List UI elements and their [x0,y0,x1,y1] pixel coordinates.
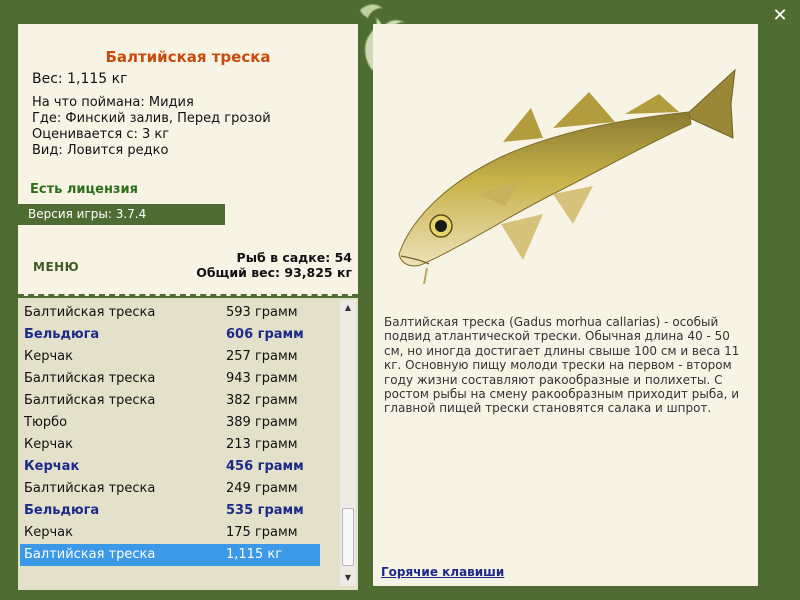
catch-list-row[interactable]: Бельдюга 535 грамм [20,500,320,522]
license-status: Есть лицензия [30,182,138,197]
catch-fish-weight: 593 грамм [226,305,298,320]
catch-fish-name: Балтийская треска [24,481,156,496]
catch-list-row[interactable]: Балтийская треска 382 грамм [20,390,320,412]
catch-fish-name: Тюрбо [24,415,68,430]
fish-location: Где: Финский залив, Перед грозой [32,111,271,126]
catch-list-row[interactable]: Керчак 213 грамм [20,434,320,456]
keepnet-count: Рыб в садке: 54 [236,250,352,265]
catch-fish-name: Бельдюга [24,327,100,342]
dashed-divider [18,294,358,296]
fish-rated-from: Оценивается с: 3 кг [32,127,170,142]
catch-list-row[interactable]: Балтийская треска 593 грамм [20,302,320,324]
catch-list-row[interactable]: Балтийская треска 1,115 кг [20,544,320,566]
window-frame: ✕ Балтийская треска Вес: 1,115 кг На что… [0,0,800,600]
catch-fish-weight: 213 грамм [226,437,298,452]
scroll-up-icon[interactable]: ▲ [340,300,356,316]
fish-description: Балтийская треска (Gadus morhua callaria… [384,315,740,416]
close-button[interactable]: ✕ [770,6,790,26]
catch-fish-name: Керчак [24,459,80,474]
scrollbar[interactable]: ▲ ▼ [340,300,356,586]
fish-image [398,68,736,284]
catch-fish-name: Керчак [24,349,73,364]
catch-list-row[interactable]: Балтийская треска 943 грамм [20,368,320,390]
catch-list-row[interactable]: Бельдюга 606 грамм [20,324,320,346]
game-version: Версия игры: 3.7.4 [18,204,225,225]
scroll-down-icon[interactable]: ▼ [340,570,356,586]
catch-fish-weight: 249 грамм [226,481,298,496]
catch-list: Балтийская треска 593 грамм Бельдюга 606 гр… [18,302,340,566]
hotkeys-link[interactable]: Горячие клавиши [381,565,504,579]
catch-fish-name: Балтийская треска [24,547,156,562]
catch-fish-weight: 175 грамм [226,525,298,540]
catch-list-row[interactable]: Керчак 175 грамм [20,522,320,544]
catch-fish-name: Керчак [24,437,73,452]
catch-fish-name: Бельдюга [24,503,100,518]
catch-fish-weight: 943 грамм [226,371,298,386]
fish-detail-panel: Балтийская треска (Gadus morhua callaria… [373,24,758,586]
keepnet-summary: Рыб в садке: 54 Общий вес: 93,825 кг [196,250,352,280]
scroll-thumb[interactable] [342,508,354,566]
menu-button[interactable]: МЕНЮ [33,260,79,274]
catch-fish-name: Балтийская треска [24,371,156,386]
fish-title: Балтийская треска [105,48,271,66]
catch-fish-weight: 535 грамм [226,503,304,518]
catch-fish-weight: 1,115 кг [226,547,283,562]
catch-fish-name: Керчак [24,525,73,540]
catch-fish-weight: 257 грамм [226,349,298,364]
close-icon: ✕ [772,5,788,26]
catch-fish-weight: 382 грамм [226,393,298,408]
catch-fish-name: Балтийская треска [24,393,156,408]
catch-list-row[interactable]: Тюрбо 389 грамм [20,412,320,434]
fish-bait: На что поймана: Мидия [32,95,194,110]
keepnet-total-weight: Общий вес: 93,825 кг [196,265,352,280]
catch-list-row[interactable]: Керчак 257 грамм [20,346,320,368]
fish-info-panel: Балтийская треска Вес: 1,115 кг На что п… [18,24,358,296]
catch-fish-weight: 606 грамм [226,327,304,342]
catch-list-row[interactable]: Балтийская треска 249 грамм [20,478,320,500]
fish-weight: Вес: 1,115 кг [32,71,128,87]
catch-list-panel: Балтийская треска 593 грамм Бельдюга 606 гр… [18,298,358,590]
catch-fish-weight: 389 грамм [226,415,298,430]
catch-fish-weight: 456 грамм [226,459,304,474]
catch-fish-name: Балтийская треска [24,305,156,320]
catch-list-row[interactable]: Керчак 456 грамм [20,456,320,478]
fish-species-rarity: Вид: Ловится редко [32,143,169,158]
